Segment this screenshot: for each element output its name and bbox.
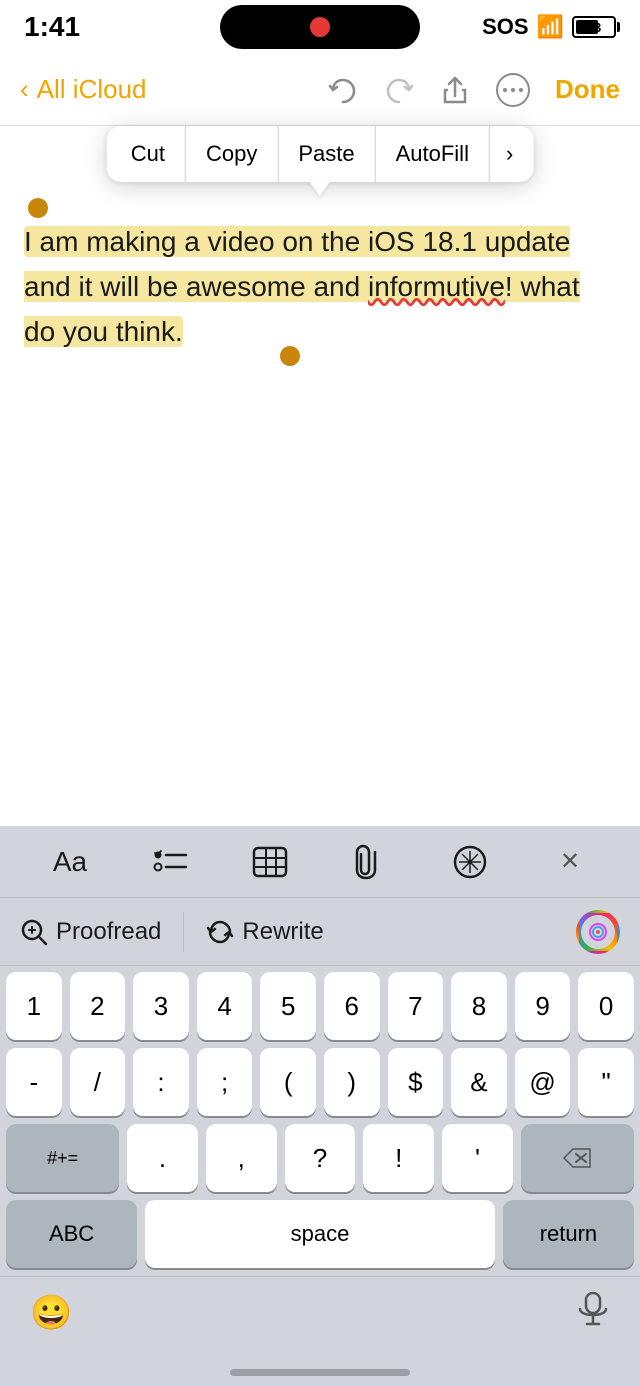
abc-key[interactable]: ABC <box>6 1200 137 1268</box>
writing-tools-icon[interactable] <box>448 840 492 884</box>
redo-icon[interactable] <box>383 76 415 104</box>
table-icon[interactable] <box>248 840 292 884</box>
context-cut[interactable]: Cut <box>111 126 186 182</box>
key-close-paren[interactable]: ) <box>324 1048 380 1116</box>
proofread-button[interactable]: Proofread <box>20 918 161 946</box>
share-icon[interactable] <box>439 74 471 106</box>
symbol-row: - / : ; ( ) $ & @ " <box>0 1044 640 1120</box>
ai-divider <box>183 912 184 952</box>
special-row: #+= . , ? ! ' <box>0 1120 640 1196</box>
dynamic-island <box>220 5 420 49</box>
key-4[interactable]: 4 <box>197 972 253 1040</box>
ai-suggestion-bar: Proofread Rewrite <box>0 898 640 966</box>
selection-handle-left[interactable] <box>28 198 48 218</box>
key-period[interactable]: . <box>127 1124 198 1192</box>
misspelled-word: informutive <box>368 271 505 302</box>
status-time: 1:41 <box>24 11 80 43</box>
return-key[interactable]: return <box>503 1200 634 1268</box>
key-symbols[interactable]: #+= <box>6 1124 119 1192</box>
key-9[interactable]: 9 <box>515 972 571 1040</box>
key-0[interactable]: 0 <box>578 972 634 1040</box>
more-icon[interactable] <box>495 72 531 108</box>
nav-back-label[interactable]: All iCloud <box>37 74 147 105</box>
context-copy[interactable]: Copy <box>186 126 278 182</box>
emoji-icon[interactable]: 😀 <box>30 1293 72 1333</box>
key-colon[interactable]: : <box>133 1048 189 1116</box>
space-key[interactable]: space <box>145 1200 495 1268</box>
emoji-row: 😀 <box>0 1276 640 1348</box>
key-apostrophe[interactable]: ' <box>442 1124 513 1192</box>
key-ampersand[interactable]: & <box>451 1048 507 1116</box>
back-arrow-icon: ‹ <box>20 74 29 105</box>
list-icon[interactable] <box>148 840 192 884</box>
key-5[interactable]: 5 <box>260 972 316 1040</box>
status-bar: 1:41 SOS 📶 63 <box>0 0 640 54</box>
attachment-icon[interactable] <box>348 840 392 884</box>
key-at[interactable]: @ <box>515 1048 571 1116</box>
close-keyboard-icon[interactable]: ✕ <box>548 840 592 884</box>
font-icon[interactable]: Aa <box>48 840 92 884</box>
context-paste[interactable]: Paste <box>278 126 375 182</box>
nav-bar: ‹ All iCloud <box>0 54 640 126</box>
key-2[interactable]: 2 <box>70 972 126 1040</box>
home-indicator <box>230 1369 410 1376</box>
keyboard-area: Aa <box>0 826 640 1386</box>
number-row: 1 2 3 4 5 6 7 8 9 0 <box>0 966 640 1044</box>
nav-back[interactable]: ‹ All iCloud <box>20 74 147 105</box>
key-question[interactable]: ? <box>285 1124 356 1192</box>
key-6[interactable]: 6 <box>324 972 380 1040</box>
status-right-icons: SOS 📶 63 <box>482 14 616 40</box>
key-dash[interactable]: - <box>6 1048 62 1116</box>
key-7[interactable]: 7 <box>388 972 444 1040</box>
key-3[interactable]: 3 <box>133 972 189 1040</box>
context-autofill[interactable]: AutoFill <box>376 126 490 182</box>
key-open-paren[interactable]: ( <box>260 1048 316 1116</box>
battery-icon: 63 <box>572 16 616 38</box>
wifi-icon: 📶 <box>537 14 564 40</box>
context-menu: Cut Copy Paste AutoFill › <box>107 126 534 182</box>
key-comma[interactable]: , <box>206 1124 277 1192</box>
recording-indicator <box>310 17 330 37</box>
ai-bar-left: Proofread Rewrite <box>20 912 324 952</box>
key-semicolon[interactable]: ; <box>197 1048 253 1116</box>
key-8[interactable]: 8 <box>451 972 507 1040</box>
proofread-label: Proofread <box>56 918 161 946</box>
key-slash[interactable]: / <box>70 1048 126 1116</box>
text-area[interactable]: I am making a video on the iOS 18.1 upda… <box>0 200 640 826</box>
sos-indicator: SOS <box>482 14 528 40</box>
key-quote[interactable]: " <box>578 1048 634 1116</box>
undo-icon[interactable] <box>327 76 359 104</box>
rewrite-label: Rewrite <box>242 918 323 946</box>
done-button[interactable]: Done <box>555 74 620 105</box>
keyboard-toolbar: Aa <box>0 826 640 898</box>
key-exclaim[interactable]: ! <box>363 1124 434 1192</box>
bottom-row: ABC space return <box>0 1196 640 1276</box>
rewrite-button[interactable]: Rewrite <box>206 918 323 946</box>
key-1[interactable]: 1 <box>6 972 62 1040</box>
mic-icon[interactable] <box>576 1291 610 1335</box>
siri-icon[interactable] <box>576 910 620 954</box>
text-content[interactable]: I am making a video on the iOS 18.1 upda… <box>24 220 616 354</box>
delete-key[interactable] <box>521 1124 634 1192</box>
context-more-icon[interactable]: › <box>490 126 529 182</box>
nav-icons: Done <box>327 72 620 108</box>
selection-handle-right[interactable] <box>280 346 300 366</box>
key-dollar[interactable]: $ <box>388 1048 444 1116</box>
